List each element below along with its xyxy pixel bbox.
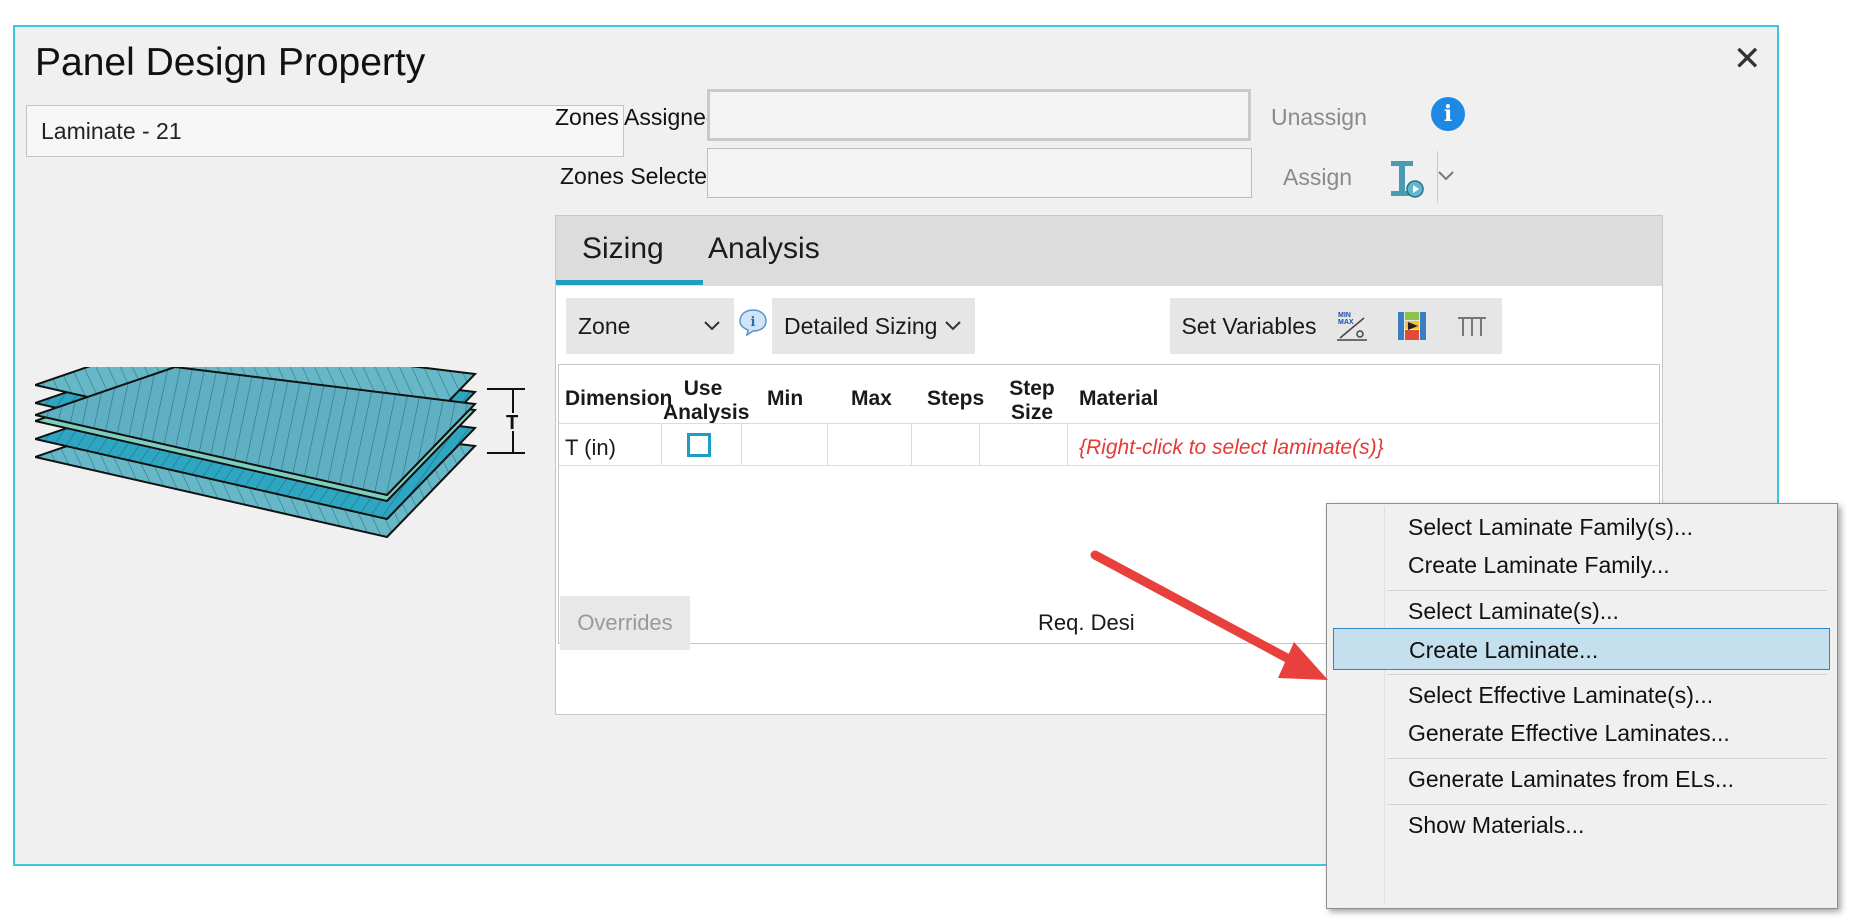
chevron-down-icon[interactable]	[1431, 161, 1461, 191]
column-header-dimension: Dimension	[565, 387, 673, 410]
header-divider	[559, 423, 1659, 424]
svg-text:MIN: MIN	[1338, 312, 1351, 319]
column-divider	[741, 423, 742, 465]
svg-text:i: i	[751, 315, 756, 330]
unassign-button[interactable]: Unassign	[1271, 104, 1367, 131]
menu-item-create-laminate-family[interactable]: Create Laminate Family...	[1333, 544, 1830, 586]
zones-selected-field[interactable]	[707, 148, 1252, 198]
tab-bar: Sizing Analysis	[556, 216, 1662, 286]
menu-item-show-materials[interactable]: Show Materials...	[1333, 804, 1830, 846]
menu-item-generate-effective-laminates[interactable]: Generate Effective Laminates...	[1333, 712, 1830, 754]
column-header-use-analysis: Use Analysis	[663, 377, 750, 425]
header-line: Use	[683, 377, 723, 400]
column-header-steps: Steps	[927, 387, 985, 410]
grid-color-icon	[1398, 312, 1426, 340]
menu-item-create-laminate[interactable]: Create Laminate...	[1333, 628, 1830, 670]
chevron-down-icon	[704, 321, 720, 331]
thickness-label: T	[506, 412, 518, 434]
scope-select[interactable]: Zone	[566, 298, 734, 354]
req-design-label: Req. Desi	[1038, 610, 1135, 635]
header-line: Size	[1010, 401, 1054, 424]
menu-item-select-laminate-family[interactable]: Select Laminate Family(s)...	[1333, 506, 1830, 548]
menu-item-select-laminate[interactable]: Select Laminate(s)...	[1333, 590, 1830, 632]
column-divider	[1067, 423, 1068, 465]
material-cell[interactable]: {Right-click to select laminate(s)}	[1079, 436, 1384, 460]
zones-selected-label: Zones Selected:	[560, 163, 727, 189]
columns-button[interactable]	[1442, 298, 1502, 354]
menu-item-generate-laminates-from-els[interactable]: Generate Laminates from ELs...	[1333, 758, 1830, 800]
tab-sizing[interactable]: Sizing	[582, 232, 664, 266]
column-divider	[979, 423, 980, 465]
close-icon[interactable]: ✕	[1733, 39, 1762, 79]
zones-assigned-label: Zones Assigned:	[555, 104, 726, 130]
min-max-button[interactable]: MIN MAX	[1322, 298, 1382, 354]
sizing-mode-select[interactable]: Detailed Sizing	[772, 298, 975, 354]
column-header-max: Max	[851, 387, 892, 410]
scope-select-value: Zone	[578, 313, 631, 339]
chevron-down-icon	[945, 321, 961, 331]
info-bubble-icon[interactable]: i	[738, 308, 768, 336]
info-icon[interactable]: i	[1431, 97, 1465, 131]
tab-analysis[interactable]: Analysis	[708, 232, 820, 266]
active-tab-indicator	[556, 280, 703, 285]
column-divider	[911, 423, 912, 465]
use-analysis-checkbox[interactable]	[687, 433, 711, 457]
property-name-field[interactable]: Laminate - 21	[26, 105, 624, 157]
overrides-button[interactable]: Overrides	[560, 596, 690, 650]
context-menu: Select Laminate Family(s)... Create Lami…	[1326, 503, 1838, 909]
row-divider	[559, 465, 1659, 466]
sizing-mode-value: Detailed Sizing	[784, 313, 938, 339]
set-variables-button[interactable]: Set Variables	[1170, 298, 1328, 354]
menu-item-select-effective-laminate[interactable]: Select Effective Laminate(s)...	[1333, 674, 1830, 716]
column-divider	[827, 423, 828, 465]
grid-color-button[interactable]	[1382, 298, 1442, 354]
tool-icon[interactable]	[1387, 157, 1427, 203]
dialog-title: Panel Design Property	[35, 41, 426, 84]
min-max-icon: MIN MAX	[1337, 312, 1367, 341]
header-line: Analysis	[663, 401, 750, 424]
column-divider	[661, 423, 662, 465]
columns-icon	[1458, 317, 1486, 336]
zones-assigned-field[interactable]	[707, 89, 1251, 141]
column-header-material: Material	[1079, 387, 1159, 410]
svg-text:MAX: MAX	[1338, 319, 1354, 326]
assign-button[interactable]: Assign	[1283, 164, 1352, 191]
column-header-min: Min	[767, 387, 804, 410]
dimension-cell: T (in)	[565, 435, 616, 460]
column-header-step-size: Step Size	[1007, 377, 1057, 425]
header-line: Step	[1009, 377, 1055, 400]
